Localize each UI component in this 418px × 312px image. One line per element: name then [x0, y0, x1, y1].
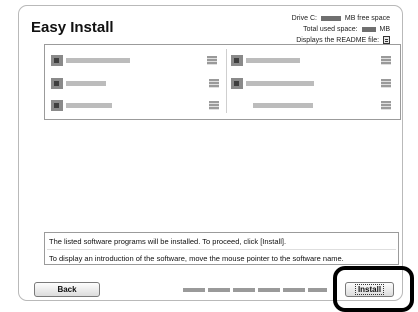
software-name-redacted: [66, 58, 130, 63]
software-size-redacted: [209, 101, 219, 110]
used-space-label: Total used space:: [303, 26, 358, 33]
description-line-1: The listed software programs will be ins…: [49, 237, 287, 246]
software-name-redacted: [66, 103, 112, 108]
used-space-value-redacted: [361, 26, 376, 32]
software-name-redacted: [253, 103, 313, 108]
software-item[interactable]: [231, 99, 396, 112]
free-space-suffix: MB free space: [344, 15, 390, 22]
window-title: Easy Install: [31, 19, 114, 36]
software-size-redacted: [381, 56, 391, 65]
software-name-redacted: [246, 58, 300, 63]
software-package-icon: [51, 55, 63, 66]
software-item[interactable]: [51, 54, 223, 67]
description-separator: [47, 249, 396, 250]
install-button[interactable]: Install: [345, 282, 394, 297]
software-package-icon: [51, 78, 63, 89]
readme-label: Displays the README file:: [296, 37, 380, 44]
software-size-redacted: [381, 79, 391, 88]
drive-info: Drive C: MB free space Total used space:…: [292, 13, 390, 46]
software-package-icon: [231, 55, 243, 66]
description-line-2: To display an introduction of the softwa…: [49, 254, 344, 263]
install-button-label: Install: [354, 284, 385, 295]
list-column-divider: [226, 49, 227, 113]
software-item[interactable]: [51, 99, 223, 112]
software-item[interactable]: [231, 54, 396, 67]
readme-icon[interactable]: [383, 36, 390, 45]
used-space-suffix: MB: [379, 26, 391, 33]
software-size-redacted: [207, 56, 217, 65]
free-space-value-redacted: [320, 15, 341, 21]
description-box: The listed software programs will be ins…: [44, 232, 399, 265]
progress-bar: [183, 288, 327, 292]
used-space-row: Total used space: MB: [292, 24, 390, 35]
software-package-icon: [51, 100, 63, 111]
software-item[interactable]: [51, 77, 223, 90]
software-item[interactable]: [231, 77, 396, 90]
software-package-icon: [231, 78, 243, 89]
software-size-redacted: [381, 101, 391, 110]
back-button[interactable]: Back: [34, 282, 100, 297]
software-size-redacted: [209, 79, 219, 88]
software-list: [44, 44, 401, 120]
free-space-row: Drive C: MB free space: [292, 13, 390, 24]
free-space-label: Drive C:: [291, 15, 317, 22]
software-name-redacted: [246, 81, 314, 86]
software-name-redacted: [66, 81, 106, 86]
